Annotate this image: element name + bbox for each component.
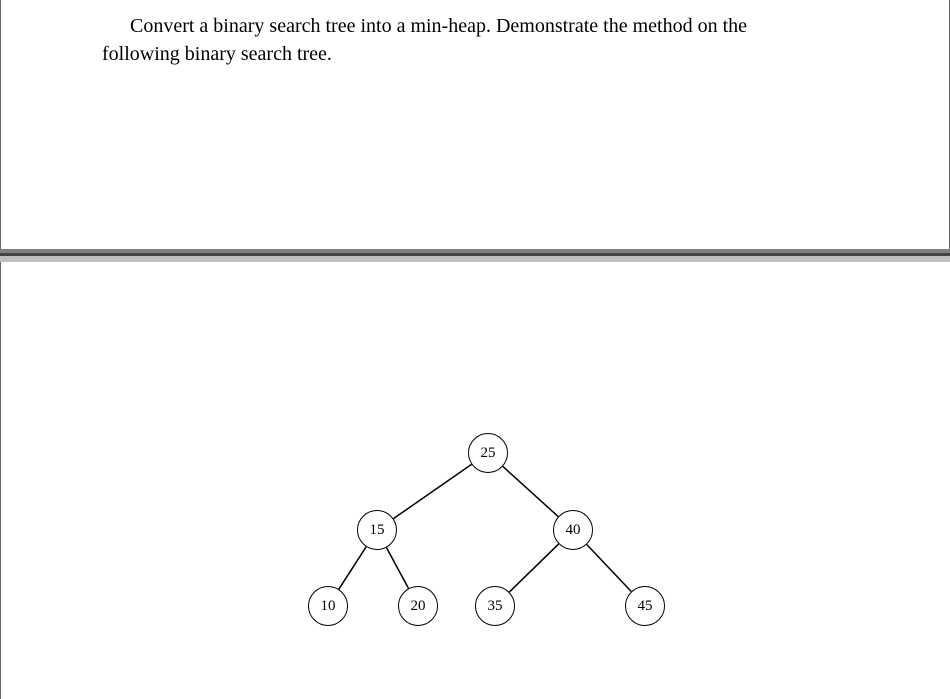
bst-tree: 25 15 40 10 20 35 45	[1, 262, 950, 699]
question-panel: Convert a binary search tree into a min-…	[0, 0, 950, 249]
tree-node-45: 45	[625, 586, 665, 626]
question-prompt: Convert a binary search tree into a min-…	[102, 12, 846, 68]
page: Convert a binary search tree into a min-…	[0, 0, 950, 699]
tree-edge	[393, 464, 471, 518]
diagram-panel: 25 15 40 10 20 35 45	[0, 262, 949, 699]
prompt-line-1: Convert a binary search tree into a min-…	[102, 12, 846, 40]
tree-edge	[386, 548, 408, 589]
prompt-line-2: following binary search tree.	[102, 43, 332, 65]
tree-node-25: 25	[468, 433, 508, 473]
tree-node-35: 35	[475, 586, 515, 626]
tree-node-10: 10	[308, 586, 348, 626]
tree-node-20: 20	[398, 586, 438, 626]
tree-edge	[509, 544, 558, 592]
tree-edge	[587, 545, 631, 592]
tree-edge	[503, 466, 558, 516]
tree-node-40: 40	[553, 510, 593, 550]
panel-divider	[0, 249, 950, 262]
tree-edge	[339, 547, 366, 589]
tree-node-15: 15	[357, 510, 397, 550]
tree-edges	[1, 262, 950, 699]
